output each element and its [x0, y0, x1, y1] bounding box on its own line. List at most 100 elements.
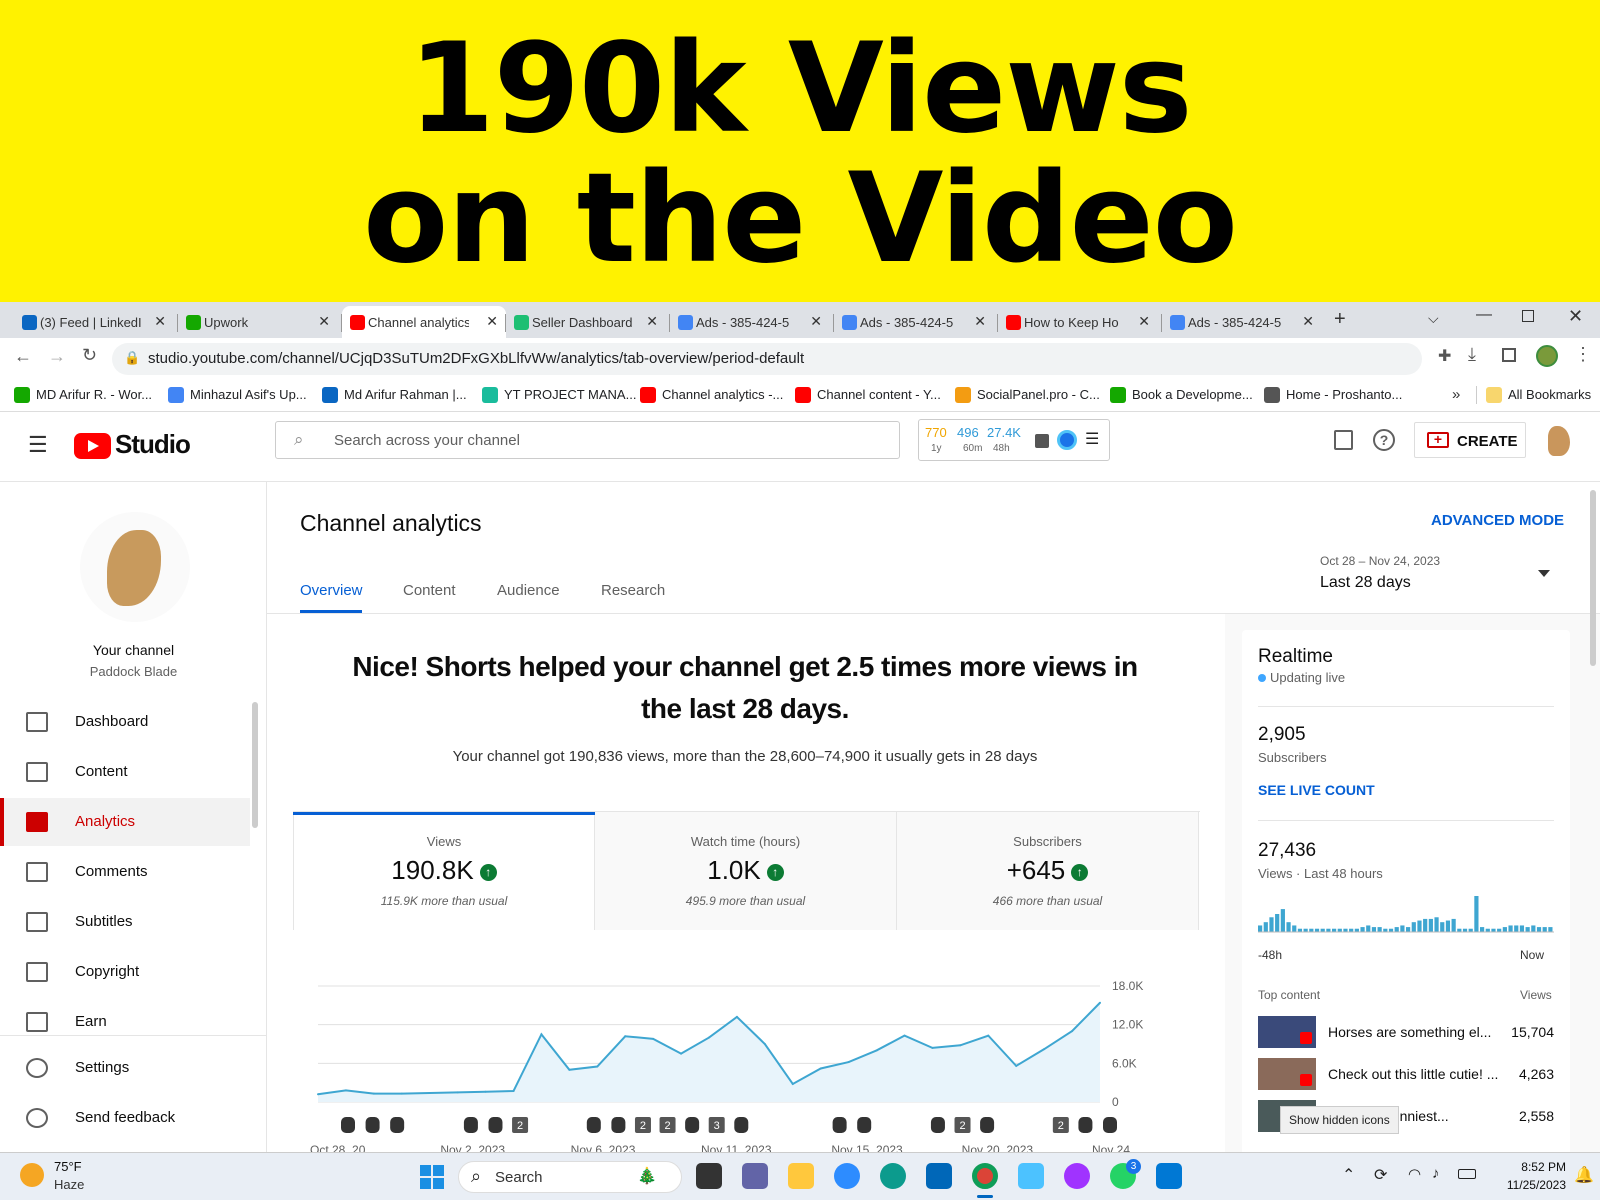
- sidebar-item-content[interactable]: Content: [0, 748, 250, 796]
- hamburger-menu-icon[interactable]: ☰: [28, 432, 48, 458]
- shorts-badge-icon[interactable]: [1103, 1117, 1117, 1133]
- sidebar-item-subtitles[interactable]: Subtitles: [0, 898, 250, 946]
- battery-icon[interactable]: [1458, 1169, 1476, 1179]
- volume-icon[interactable]: ♪: [1432, 1165, 1440, 1182]
- sidebar-scrollbar[interactable]: [252, 702, 258, 828]
- stats-menu-icon[interactable]: ☰: [1085, 429, 1099, 449]
- vidiq-icon[interactable]: [1057, 430, 1077, 450]
- tab-close-icon[interactable]: ✕: [810, 313, 822, 330]
- browser-tab[interactable]: Ads - 385-424-5 ✕: [670, 306, 830, 338]
- top-content-row[interactable]: Check out this little cutie! ... 4,263: [1258, 1058, 1554, 1092]
- shorts-badge-icon[interactable]: [611, 1117, 626, 1133]
- bookmark-item[interactable]: Md Arifur Rahman |...: [322, 387, 467, 403]
- all-bookmarks[interactable]: All Bookmarks: [1486, 387, 1591, 403]
- tab-close-icon[interactable]: ✕: [486, 313, 498, 330]
- zoom-icon[interactable]: [834, 1163, 860, 1189]
- sidebar-item-settings[interactable]: Settings: [0, 1044, 250, 1092]
- sidebar-item-analytics[interactable]: Analytics: [0, 798, 250, 846]
- feedback-icon[interactable]: [1334, 430, 1353, 450]
- minimize-button[interactable]: —: [1476, 306, 1492, 324]
- sidebar-item-send-feedback[interactable]: Send feedback: [0, 1094, 250, 1142]
- create-button[interactable]: + CREATE: [1414, 422, 1526, 458]
- messenger-icon[interactable]: [1064, 1163, 1090, 1189]
- advanced-mode-link[interactable]: ADVANCED MODE: [1431, 512, 1564, 529]
- restore-button[interactable]: [1522, 310, 1534, 322]
- bookmark-item[interactable]: Book a Developme...: [1110, 387, 1253, 403]
- tab-close-icon[interactable]: ✕: [646, 313, 658, 330]
- channel-avatar[interactable]: [80, 512, 190, 622]
- metric-card[interactable]: Views 190.8K ↑ 115.9K more than usual: [293, 812, 595, 930]
- reload-icon[interactable]: ↻: [82, 345, 97, 366]
- shorts-badge-icon[interactable]: [586, 1117, 601, 1133]
- address-bar[interactable]: 🔒 studio.youtube.com/channel/UCjqD3SuTUm…: [112, 343, 1422, 375]
- shorts-badge-icon[interactable]: [734, 1117, 749, 1133]
- bookmarks-overflow[interactable]: »: [1452, 386, 1460, 403]
- wifi-icon[interactable]: ◠: [1408, 1165, 1421, 1183]
- teams-icon[interactable]: [742, 1163, 768, 1189]
- shorts-badge-icon[interactable]: [980, 1117, 995, 1133]
- tab-audience[interactable]: Audience: [497, 582, 560, 599]
- profile-avatar[interactable]: [1536, 345, 1558, 367]
- close-window-button[interactable]: ✕: [1568, 306, 1583, 327]
- forward-icon[interactable]: →: [48, 346, 66, 367]
- bookmark-item[interactable]: Home - Proshanto...: [1264, 387, 1402, 403]
- file-explorer-icon[interactable]: [788, 1163, 814, 1189]
- browser-tab[interactable]: Ads - 385-424-5 ✕: [1162, 306, 1322, 338]
- store-icon[interactable]: [926, 1163, 952, 1189]
- tab-search-icon[interactable]: ⌵: [1428, 310, 1439, 327]
- bookmark-item[interactable]: SocialPanel.pro - C...: [955, 387, 1100, 403]
- metric-card[interactable]: Subscribers +645 ↑ 466 more than usual: [897, 812, 1199, 930]
- browser-tab[interactable]: How to Keep Ho ✕: [998, 306, 1158, 338]
- app-icon[interactable]: [1156, 1163, 1182, 1189]
- clock-time[interactable]: 8:52 PM: [1484, 1160, 1566, 1174]
- tab-close-icon[interactable]: ✕: [154, 313, 166, 330]
- see-live-count-link[interactable]: SEE LIVE COUNT: [1258, 782, 1375, 798]
- tab-close-icon[interactable]: ✕: [318, 313, 330, 330]
- new-tab-button[interactable]: +: [1334, 308, 1346, 331]
- shorts-badge-icon[interactable]: [857, 1117, 872, 1133]
- sidebar-item-comments[interactable]: Comments: [0, 848, 250, 896]
- weather-icon[interactable]: [20, 1163, 44, 1187]
- back-icon[interactable]: ←: [14, 346, 32, 367]
- shorts-badge-icon[interactable]: [365, 1117, 380, 1133]
- notification-bell-icon[interactable]: 🔔: [1574, 1165, 1594, 1185]
- shorts-badge-icon[interactable]: [1078, 1117, 1093, 1133]
- tab-overview[interactable]: Overview: [300, 582, 363, 599]
- browser-tab[interactable]: Ads - 385-424-5 ✕: [834, 306, 994, 338]
- sidebar-item-copyright[interactable]: Copyright: [0, 948, 250, 996]
- chrome-icon[interactable]: [972, 1163, 998, 1189]
- menu-kebab-icon[interactable]: ⋮: [1574, 344, 1592, 365]
- sync-icon[interactable]: ⟳: [1374, 1165, 1387, 1185]
- tab-close-icon[interactable]: ✕: [1138, 313, 1150, 330]
- bookmark-item[interactable]: MD Arifur R. - Wor...: [14, 387, 152, 403]
- task-view-icon[interactable]: [696, 1163, 722, 1189]
- tab-close-icon[interactable]: ✕: [974, 313, 986, 330]
- extensions-icon[interactable]: ✚: [1438, 346, 1451, 366]
- shorts-badge-icon[interactable]: [463, 1117, 478, 1133]
- browser-tab[interactable]: Channel analytics ✕: [342, 306, 506, 338]
- shorts-badge-icon[interactable]: [930, 1117, 945, 1133]
- bookmark-item[interactable]: YT PROJECT MANA...: [482, 387, 636, 403]
- shorts-badge-icon[interactable]: [341, 1117, 355, 1133]
- taskbar-search[interactable]: ⌕ Search 🎄: [458, 1161, 682, 1193]
- sidepanel-icon[interactable]: [1502, 348, 1516, 362]
- stats-chart-icon[interactable]: [1035, 434, 1049, 448]
- bookmark-item[interactable]: Channel content - Y...: [795, 387, 941, 403]
- notepad-icon[interactable]: [1018, 1163, 1044, 1189]
- shorts-badge-icon[interactable]: [488, 1117, 503, 1133]
- extension-stats-widget[interactable]: 770 1y 496 60m 27.4K 48h ☰: [918, 419, 1110, 461]
- shorts-badge-icon[interactable]: [390, 1117, 405, 1133]
- top-content-row[interactable]: Horses are something el... 15,704: [1258, 1016, 1554, 1050]
- shorts-badge-icon[interactable]: [685, 1117, 700, 1133]
- download-icon[interactable]: ⤓: [1468, 344, 1476, 365]
- account-avatar[interactable]: [1548, 426, 1570, 456]
- youtube-logo-icon[interactable]: [74, 433, 111, 459]
- tab-content[interactable]: Content: [403, 582, 456, 599]
- tab-research[interactable]: Research: [601, 582, 665, 599]
- bookmark-item[interactable]: Minhazul Asif's Up...: [168, 387, 307, 403]
- shorts-badge-icon[interactable]: [832, 1117, 847, 1133]
- browser-tab[interactable]: Seller Dashboard ✕: [506, 306, 666, 338]
- edge-icon[interactable]: [880, 1163, 906, 1189]
- page-scrollbar[interactable]: [1590, 490, 1596, 666]
- show-hidden-icons-chevron[interactable]: ⌃: [1342, 1165, 1355, 1185]
